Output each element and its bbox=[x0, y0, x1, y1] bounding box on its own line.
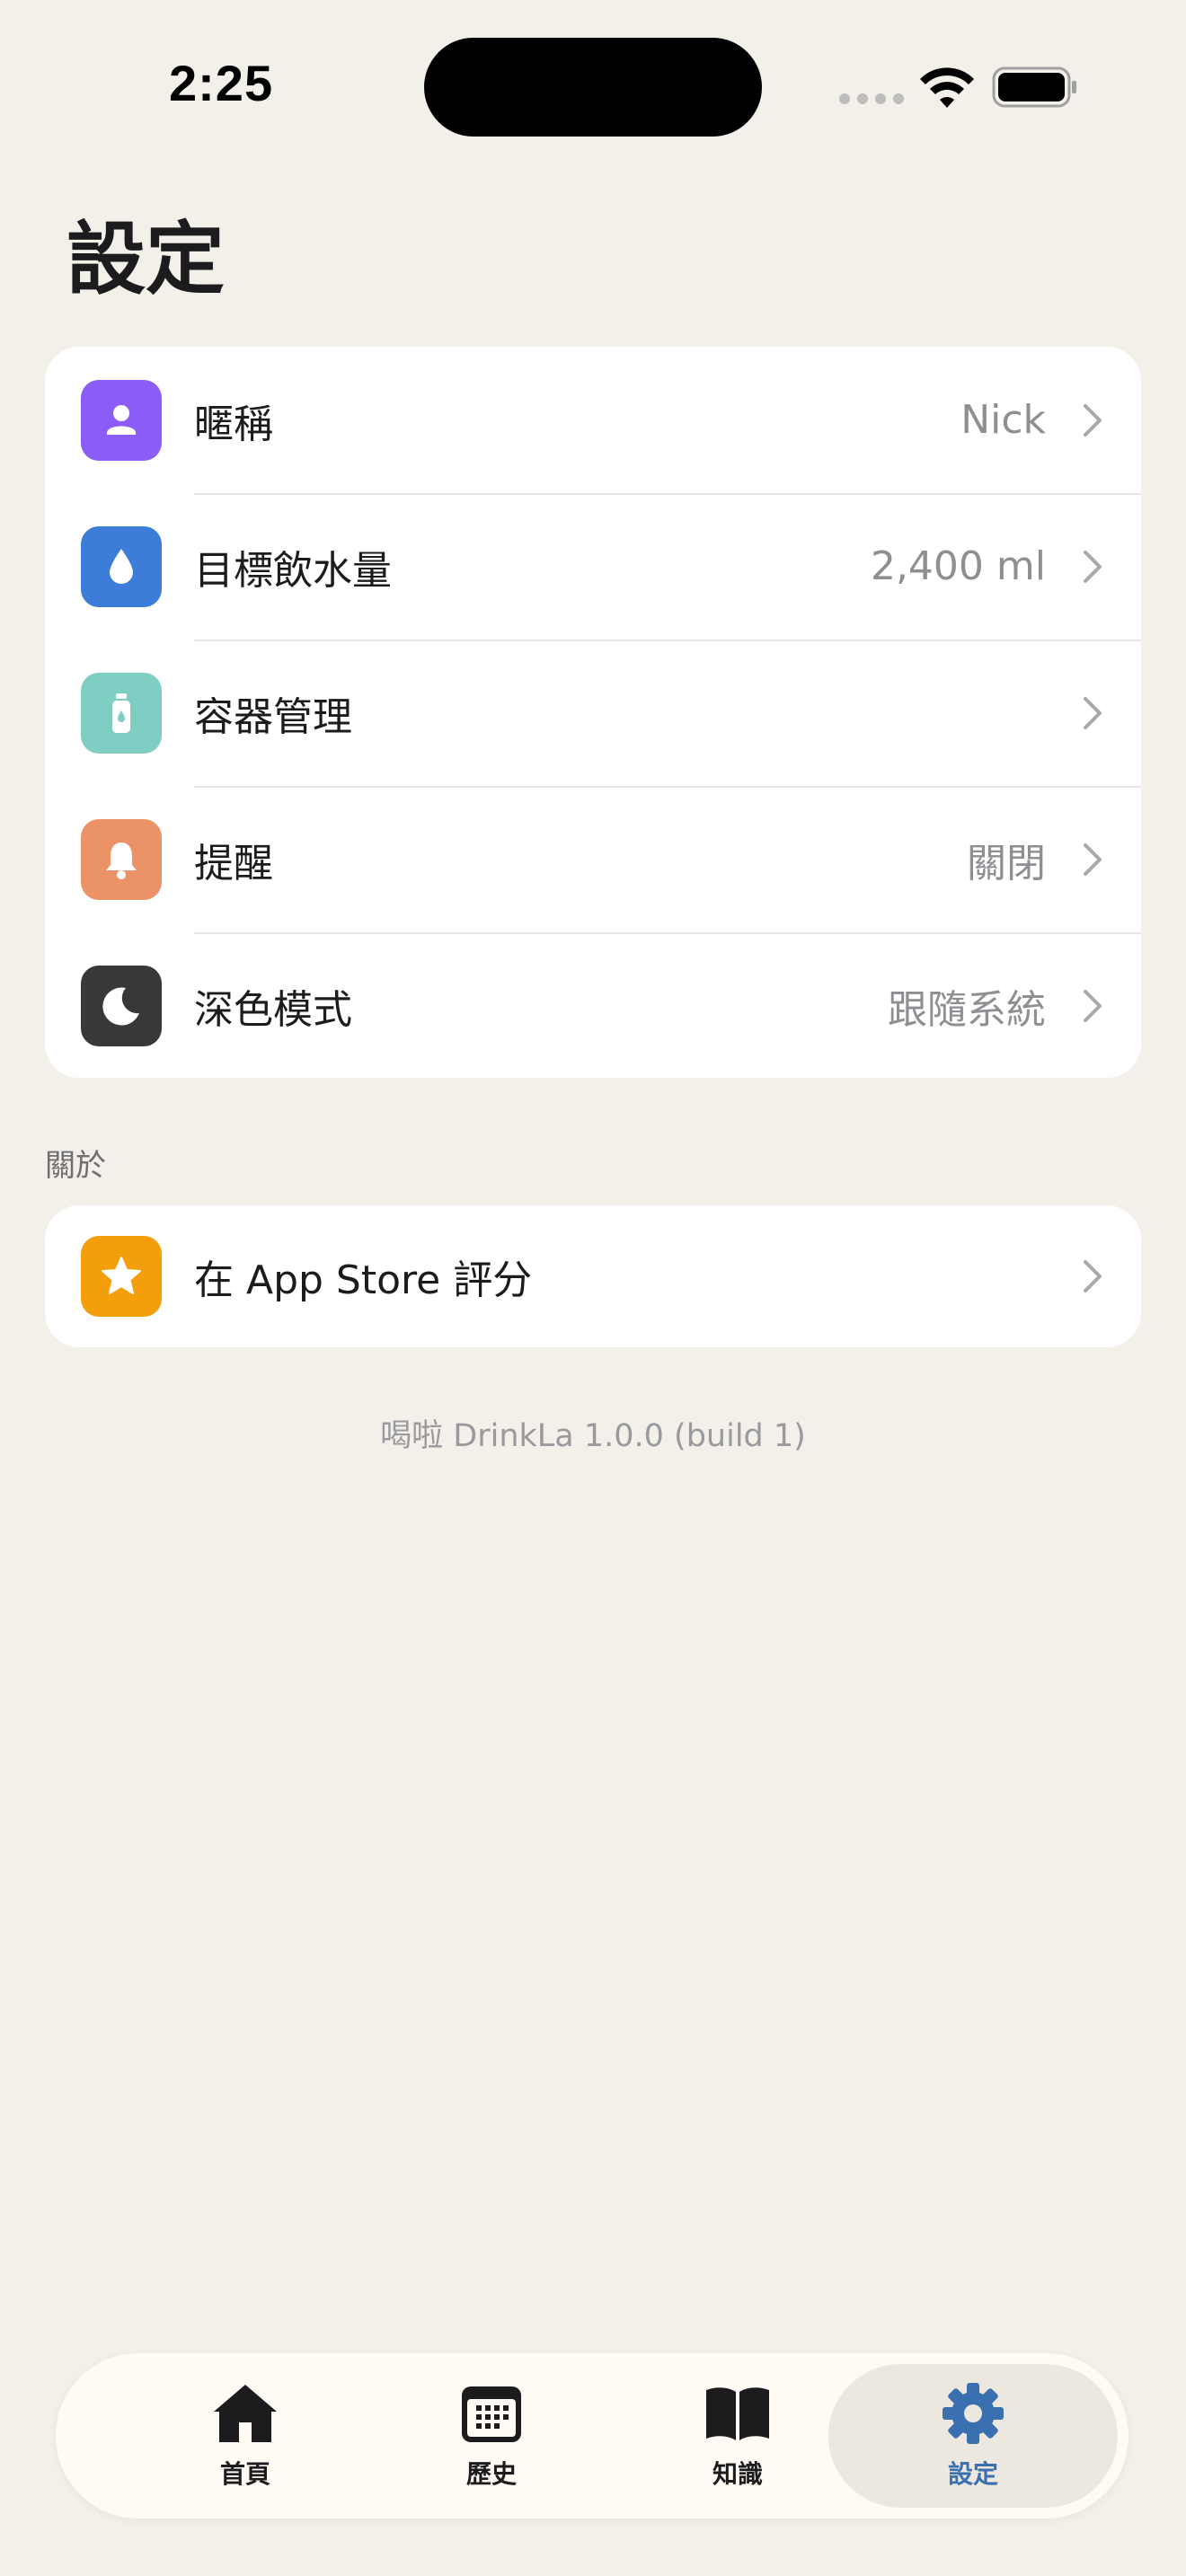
row-label: 目標飲水量 bbox=[194, 547, 392, 594]
chevron-right-icon bbox=[1084, 989, 1102, 1022]
cellular-signal-icon bbox=[839, 93, 904, 104]
tab-bar: 首頁 歷史 知識 設定 bbox=[56, 2353, 1128, 2519]
gear-icon bbox=[943, 2383, 1004, 2444]
settings-row-dark-mode[interactable]: 深色模式 跟隨系統 bbox=[45, 932, 1141, 1078]
tab-label: 首頁 bbox=[219, 2459, 270, 2489]
row-label: 深色模式 bbox=[194, 986, 352, 1033]
star-icon bbox=[81, 1236, 162, 1317]
chevron-right-icon bbox=[1084, 696, 1102, 729]
moon-icon bbox=[81, 965, 162, 1046]
water-drop-icon bbox=[81, 525, 162, 607]
chevron-right-icon bbox=[1084, 403, 1102, 437]
row-value: 2,400 ml bbox=[870, 543, 1046, 589]
book-icon bbox=[706, 2387, 769, 2440]
bell-icon bbox=[81, 818, 162, 900]
tab-settings[interactable]: 設定 bbox=[828, 2364, 1118, 2508]
dynamic-island bbox=[424, 38, 762, 137]
chevron-right-icon bbox=[1084, 842, 1102, 876]
settings-row-rate-app[interactable]: 在 App Store 評分 bbox=[45, 1205, 1141, 1347]
about-card: 在 App Store 評分 bbox=[45, 1205, 1141, 1347]
settings-row-reminder[interactable]: 提醒 關閉 bbox=[45, 786, 1141, 932]
home-icon bbox=[214, 2385, 277, 2442]
row-value: 跟隨系統 bbox=[888, 986, 1046, 1033]
row-label: 在 App Store 評分 bbox=[194, 1257, 533, 1303]
section-header-about: 關於 bbox=[45, 1148, 106, 1184]
row-label: 容器管理 bbox=[194, 693, 352, 740]
row-value: 關閉 bbox=[967, 840, 1046, 887]
calendar-icon bbox=[462, 2386, 521, 2442]
battery-icon bbox=[992, 66, 1076, 108]
row-value: Nick bbox=[960, 397, 1046, 443]
bottle-icon bbox=[81, 672, 162, 754]
chevron-right-icon bbox=[1084, 1260, 1102, 1292]
settings-row-nickname[interactable]: 暱稱 Nick bbox=[45, 347, 1141, 493]
settings-screen: 2:25 設定 暱稱 Nick 目標飲水量 2,400 ml 容器管理 提醒 關… bbox=[0, 0, 1186, 2576]
row-label: 提醒 bbox=[194, 840, 273, 887]
settings-card: 暱稱 Nick 目標飲水量 2,400 ml 容器管理 提醒 關閉 深色模式 跟… bbox=[45, 347, 1141, 1078]
settings-row-water-goal[interactable]: 目標飲水量 2,400 ml bbox=[45, 493, 1141, 640]
chevron-right-icon bbox=[1084, 550, 1102, 583]
person-icon bbox=[81, 379, 162, 461]
row-label: 暱稱 bbox=[194, 401, 273, 447]
tab-label: 知識 bbox=[712, 2459, 763, 2489]
tab-label: 設定 bbox=[947, 2459, 998, 2489]
tab-label: 歷史 bbox=[465, 2459, 517, 2489]
version-text: 喝啦 DrinkLa 1.0.0 (build 1) bbox=[380, 1418, 806, 1454]
wifi-icon bbox=[920, 67, 974, 108]
status-time: 2:25 bbox=[169, 55, 274, 111]
page-title: 設定 bbox=[66, 213, 226, 305]
settings-row-containers[interactable]: 容器管理 bbox=[45, 640, 1141, 786]
